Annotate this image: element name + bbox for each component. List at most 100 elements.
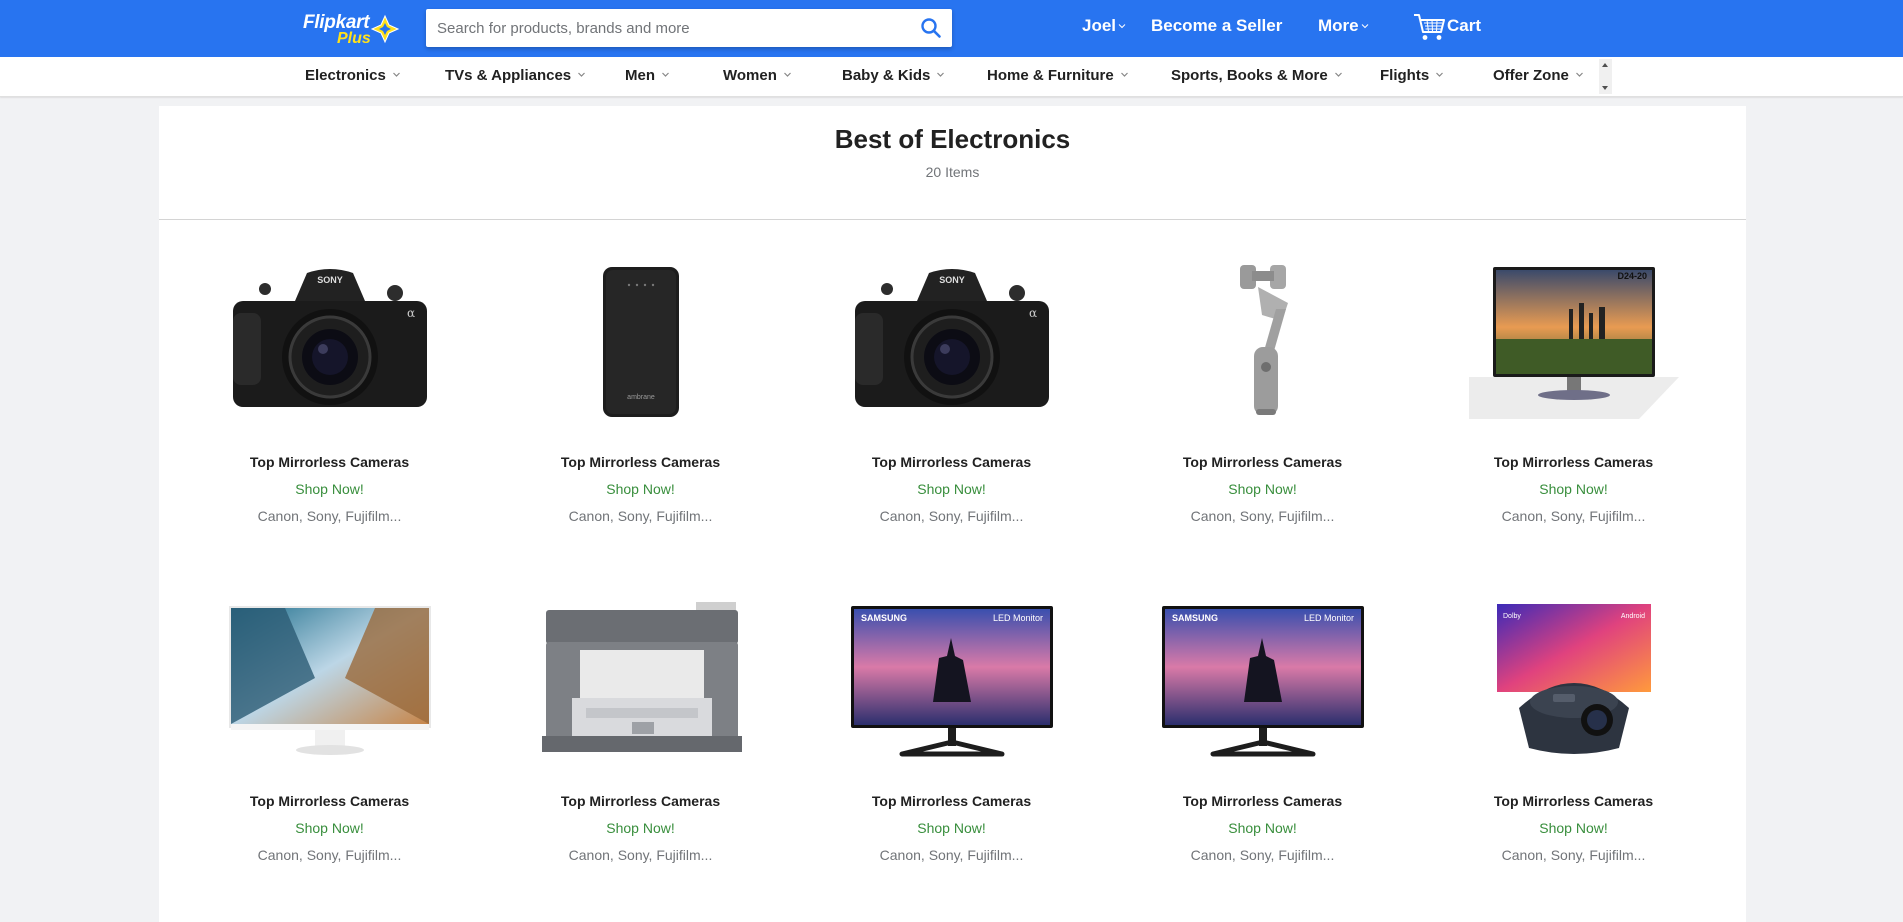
product-card[interactable]: SAMSUNG LED Monitor Top Mirrorless Camer… [1107, 598, 1418, 898]
product-image-samsung-monitor: SAMSUNG LED Monitor [1161, 606, 1364, 757]
product-brands: Canon, Sony, Fujifilm... [1190, 508, 1335, 524]
category-women[interactable]: Women [723, 67, 792, 84]
more-label: More [1318, 16, 1359, 35]
chevron-down-icon [1361, 24, 1368, 29]
product-card[interactable]: SAMSUNG LED Monitor Top Mirrorless Camer… [796, 598, 1107, 898]
projector-logo-dolby: Dolby [1503, 613, 1521, 620]
samsung-model-text: LED Monitor [992, 613, 1042, 623]
chevron-down-icon [1118, 24, 1126, 29]
product-offer: Shop Now! [917, 820, 986, 836]
product-offer: Shop Now! [917, 481, 986, 497]
product-image-camera: SONY α [854, 269, 1049, 407]
category-scrollbar[interactable] [1599, 59, 1612, 94]
scroll-up-arrow-icon[interactable] [1602, 63, 1608, 67]
category-electronics[interactable]: Electronics [305, 67, 401, 84]
cart-label: Cart [1447, 16, 1482, 35]
chevron-down-icon [1436, 72, 1444, 77]
category-label: TVs & Appliances [445, 67, 572, 84]
product-title: Top Mirrorless Cameras [560, 454, 721, 470]
chevron-down-icon [392, 72, 400, 77]
product-brands: Canon, Sony, Fujifilm... [257, 508, 402, 524]
chevron-down-icon [783, 72, 791, 77]
product-brands: Canon, Sony, Fujifilm... [1501, 508, 1646, 524]
product-card[interactable]: SONY α Top Mirrorless Cameras Shop Now! … [796, 259, 1107, 559]
product-card[interactable]: ambrane Top Mirrorless Cameras Shop Now!… [485, 259, 796, 559]
item-count: 20 Items [925, 164, 980, 180]
product-brands: Canon, Sony, Fujifilm... [568, 508, 713, 524]
product-brands: Canon, Sony, Fujifilm... [1501, 847, 1646, 863]
product-offer: Shop Now! [606, 820, 675, 836]
logo-plus-text: Plus [337, 30, 371, 47]
product-brands: Canon, Sony, Fujifilm... [568, 847, 713, 863]
product-image-powerbank: ambrane [602, 267, 679, 417]
product-image-printer [541, 602, 742, 752]
product-title: Top Mirrorless Cameras [871, 454, 1032, 470]
product-image-monitor: D24-20 [1468, 267, 1679, 419]
chevron-down-icon [937, 72, 945, 77]
category-men[interactable]: Men [625, 67, 670, 84]
search-bar [426, 9, 952, 47]
monitor-model-text: D24-20 [1617, 271, 1647, 281]
plus-star-icon [370, 14, 400, 44]
category-flights[interactable]: Flights [1380, 67, 1444, 84]
search-icon[interactable] [920, 17, 942, 39]
category-home-furniture[interactable]: Home & Furniture [987, 67, 1129, 84]
user-menu[interactable]: Joel [1082, 16, 1126, 36]
product-offer: Shop Now! [1228, 820, 1297, 836]
category-sports-books[interactable]: Sports, Books & More [1171, 67, 1343, 84]
chevron-down-icon [1120, 72, 1128, 77]
product-image-gimbal [1239, 265, 1288, 415]
product-title: Top Mirrorless Cameras [1182, 454, 1343, 470]
product-brands: Canon, Sony, Fujifilm... [1190, 847, 1335, 863]
category-nav: Electronics TVs & Appliances Men Women B… [0, 57, 1903, 97]
product-brands: Canon, Sony, Fujifilm... [257, 847, 402, 863]
search-input[interactable] [426, 9, 896, 47]
product-brands: Canon, Sony, Fujifilm... [879, 508, 1024, 524]
powerbank-brand-text: ambrane [627, 394, 655, 401]
product-brands: Canon, Sony, Fujifilm... [879, 847, 1024, 863]
product-offer: Shop Now! [1539, 820, 1608, 836]
category-label: Women [723, 67, 777, 84]
cart-icon [1414, 14, 1445, 40]
chevron-down-icon [1575, 72, 1583, 77]
scroll-down-arrow-icon[interactable] [1602, 86, 1608, 90]
chevron-down-icon [1334, 72, 1342, 77]
product-offer: Shop Now! [295, 481, 364, 497]
flipkart-logo[interactable]: Flipkart Plus [303, 9, 403, 49]
product-section: Best of Electronics 20 Items SONY α Top … [159, 106, 1746, 922]
product-image-camera: SONY α [232, 269, 427, 407]
product-offer: Shop Now! [1228, 481, 1297, 497]
become-seller-link[interactable]: Become a Seller [1151, 16, 1282, 36]
chevron-down-icon [578, 72, 586, 77]
product-image-samsung-monitor: SAMSUNG LED Monitor [850, 606, 1053, 757]
category-label: Offer Zone [1493, 67, 1569, 84]
product-image-projector: Dolby Android [1496, 604, 1651, 754]
product-card[interactable]: Top Mirrorless Cameras Shop Now! Canon, … [485, 598, 796, 898]
product-card[interactable]: SONY α Top Mirrorless Cameras Shop Now! … [174, 259, 485, 559]
product-card[interactable]: Dolby Android Top Mirrorless Cameras Sho… [1418, 598, 1729, 898]
product-offer: Shop Now! [295, 820, 364, 836]
category-label: Home & Furniture [987, 67, 1114, 84]
category-tvs-appliances[interactable]: TVs & Appliances [445, 67, 586, 84]
category-label: Flights [1380, 67, 1430, 84]
product-offer: Shop Now! [606, 481, 675, 497]
product-offer: Shop Now! [1539, 481, 1608, 497]
section-title: Best of Electronics [834, 124, 1071, 154]
samsung-brand-text: SAMSUNG [861, 613, 907, 623]
camera-brand-text: SONY [317, 275, 343, 285]
category-label: Men [625, 67, 655, 84]
more-menu[interactable]: More [1318, 16, 1369, 36]
category-offer-zone[interactable]: Offer Zone [1493, 67, 1584, 84]
product-card[interactable]: Top Mirrorless Cameras Shop Now! Canon, … [1107, 259, 1418, 559]
category-label: Baby & Kids [842, 67, 931, 84]
product-card[interactable]: Top Mirrorless Cameras Shop Now! Canon, … [174, 598, 485, 898]
samsung-model-text: LED Monitor [1303, 613, 1353, 623]
product-title: Top Mirrorless Cameras [871, 793, 1032, 809]
samsung-brand-text: SAMSUNG [1172, 613, 1218, 623]
chevron-down-icon [662, 72, 669, 77]
category-baby-kids[interactable]: Baby & Kids [842, 67, 945, 84]
product-title: Top Mirrorless Cameras [1493, 793, 1654, 809]
user-name: Joel [1082, 16, 1117, 35]
product-card[interactable]: D24-20 Top Mirrorless Cameras Shop Now! … [1418, 259, 1729, 559]
product-title: Top Mirrorless Cameras [1493, 454, 1654, 470]
